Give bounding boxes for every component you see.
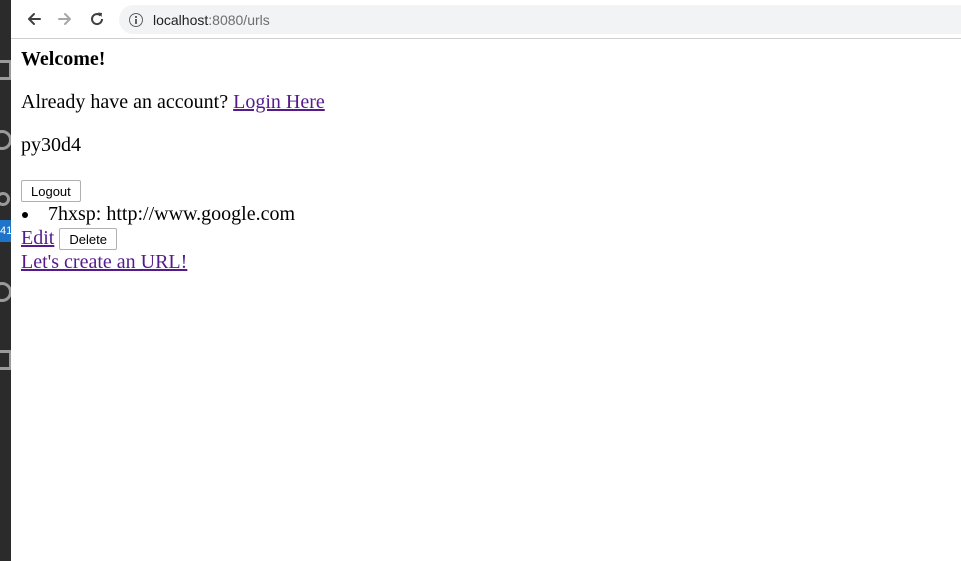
arrow-right-icon [58,13,71,25]
logout-button[interactable]: Logout [21,180,81,202]
editor-sidebar: 41 [0,0,11,561]
login-prompt: Already have an account? Login Here [21,91,325,114]
user-id: py30d4 [21,134,81,156]
list-item: 7hxsp: http://www.google.com [21,203,296,225]
url-text: localhost:8080/urls [153,11,270,28]
url-actions: Edit Delete [21,226,117,250]
notification-badge: 41 [0,220,11,242]
edit-link[interactable]: Edit [21,227,54,250]
extensions-icon [0,350,11,370]
create-url-link[interactable]: Let's create an URL! [21,251,187,274]
arrow-left-icon [28,13,41,25]
page-title: Welcome! [21,48,106,70]
back-button[interactable] [23,8,45,30]
search-icon [0,130,11,150]
url-list: 7hxsp: http://www.google.com [21,203,295,226]
home-icon [0,60,11,80]
reload-icon [91,12,104,26]
debug-icon [0,282,11,302]
source-control-icon [0,192,10,206]
login-prompt-text: Already have an account? [21,91,234,113]
reload-button[interactable] [86,8,108,30]
info-icon[interactable] [129,12,143,27]
forward-button[interactable] [54,8,76,30]
delete-button[interactable]: Delete [59,228,117,250]
login-link[interactable]: Login Here [233,91,325,113]
address-bar[interactable]: localhost:8080/urls [119,5,961,34]
browser-toolbar: localhost:8080/urls [11,0,961,39]
